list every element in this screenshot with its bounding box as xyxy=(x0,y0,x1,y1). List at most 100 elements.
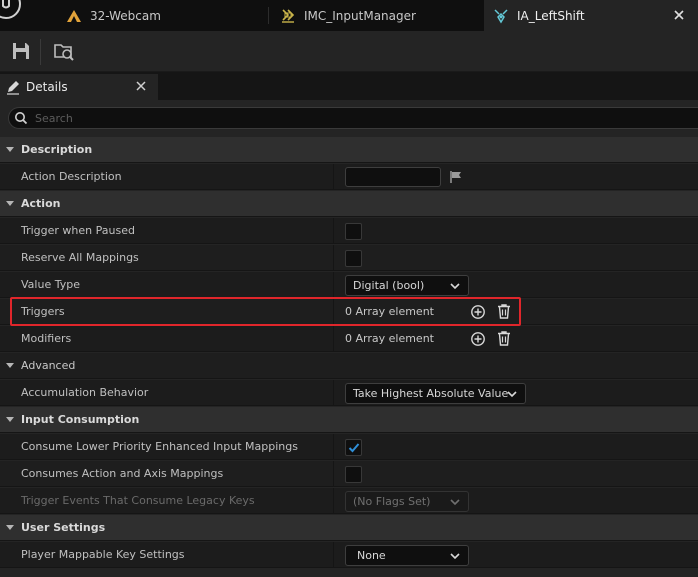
browse-to-asset-icon[interactable] xyxy=(53,40,75,62)
tab-32-webcam[interactable]: 32-Webcam xyxy=(66,0,161,31)
row-triggers: Triggers 0 Array element xyxy=(0,299,698,325)
trigger-when-paused-checkbox[interactable] xyxy=(345,223,362,240)
tab-label: 32-Webcam xyxy=(90,8,161,23)
collapse-arrow-icon[interactable] xyxy=(6,417,14,422)
collapse-arrow-icon[interactable] xyxy=(6,363,14,368)
row-divider xyxy=(0,432,698,433)
row-value-type: Value Type Digital (bool) xyxy=(0,272,698,298)
column-splitter[interactable] xyxy=(333,164,334,190)
accumulation-behavior-dropdown[interactable]: Take Highest Absolute Value xyxy=(345,383,526,404)
subcategory-label: Advanced xyxy=(21,359,76,372)
property-label: Player Mappable Key Settings xyxy=(21,548,185,561)
row-divider xyxy=(0,189,698,190)
category-label: Action xyxy=(21,197,61,210)
tab-label: IMC_InputManager xyxy=(304,8,416,23)
mapping-context-icon xyxy=(282,8,295,23)
column-splitter[interactable] xyxy=(333,434,334,460)
checkmark-icon xyxy=(348,443,360,453)
input-action-icon xyxy=(494,8,508,23)
row-divider xyxy=(0,351,698,352)
details-tab-label: Details xyxy=(26,80,68,94)
dropdown-value: None xyxy=(357,549,386,562)
chevron-down-icon xyxy=(450,553,460,560)
property-label: Consumes Action and Axis Mappings xyxy=(21,467,224,480)
reserve-all-mappings-checkbox[interactable] xyxy=(345,250,362,267)
category-label: Description xyxy=(21,143,93,156)
property-label: Modifiers xyxy=(21,332,72,345)
tab-imc-inputmanager[interactable]: IMC_InputManager xyxy=(280,0,416,31)
row-modifiers: Modifiers 0 Array element xyxy=(0,326,698,352)
localization-flag-icon[interactable] xyxy=(449,170,463,184)
category-label: User Settings xyxy=(21,521,106,534)
trash-icon[interactable] xyxy=(496,330,512,346)
property-label: Value Type xyxy=(21,278,80,291)
dropdown-value: (No Flags Set) xyxy=(353,495,431,508)
asset-toolbar xyxy=(0,31,698,72)
consume-lower-priority-checkbox[interactable] xyxy=(345,439,362,456)
value-type-dropdown[interactable]: Digital (bool) xyxy=(345,275,469,296)
row-divider xyxy=(0,324,698,325)
panel-tab-strip: Details xyxy=(0,72,698,100)
category-input-consumption[interactable]: Input Consumption xyxy=(0,407,698,433)
row-trigger-when-paused: Trigger when Paused xyxy=(0,218,698,244)
pencil-icon xyxy=(7,81,19,95)
search-icon xyxy=(15,112,28,125)
column-splitter[interactable] xyxy=(333,326,334,352)
action-description-field[interactable] xyxy=(345,167,441,187)
column-splitter[interactable] xyxy=(333,299,334,325)
category-description[interactable]: Description xyxy=(0,137,698,163)
collapse-arrow-icon[interactable] xyxy=(6,201,14,206)
property-label: Consume Lower Priority Enhanced Input Ma… xyxy=(21,440,298,453)
column-splitter[interactable] xyxy=(333,542,334,568)
dropdown-value: Take Highest Absolute Value xyxy=(353,387,509,400)
chevron-down-icon xyxy=(507,391,517,398)
search-input[interactable] xyxy=(35,110,635,126)
subcategory-advanced[interactable]: Advanced xyxy=(0,353,698,379)
row-trigger-events-legacy: Trigger Events That Consume Legacy Keys … xyxy=(0,488,698,514)
search-box xyxy=(8,107,698,129)
add-element-icon[interactable] xyxy=(470,331,486,347)
chevron-down-icon xyxy=(450,499,460,506)
row-divider xyxy=(0,378,698,379)
column-splitter[interactable] xyxy=(333,218,334,244)
property-label: Accumulation Behavior xyxy=(21,386,149,399)
consumes-action-axis-checkbox[interactable] xyxy=(345,466,362,483)
row-action-description: Action Description xyxy=(0,164,698,190)
property-label: Trigger when Paused xyxy=(21,224,135,237)
category-user-settings[interactable]: User Settings xyxy=(0,515,698,541)
close-panel-icon[interactable] xyxy=(135,80,147,92)
row-accumulation-behavior: Accumulation Behavior Take Highest Absol… xyxy=(0,380,698,406)
tab-ia-leftshift[interactable]: IA_LeftShift xyxy=(484,0,698,31)
save-icon[interactable] xyxy=(10,40,32,62)
category-action[interactable]: Action xyxy=(0,191,698,217)
tab-label: IA_LeftShift xyxy=(517,8,585,23)
row-divider xyxy=(0,567,698,568)
row-divider xyxy=(0,162,698,163)
level-icon xyxy=(67,9,81,22)
trigger-events-flags-dropdown: (No Flags Set) xyxy=(345,491,469,512)
collapse-arrow-icon[interactable] xyxy=(6,525,14,530)
close-tab-icon[interactable] xyxy=(672,8,686,22)
row-reserve-all-mappings: Reserve All Mappings xyxy=(0,245,698,271)
tab-divider xyxy=(268,7,269,24)
column-splitter[interactable] xyxy=(333,488,334,514)
player-mappable-dropdown[interactable]: None xyxy=(345,545,469,566)
row-divider xyxy=(0,405,698,406)
category-label: Input Consumption xyxy=(21,413,140,426)
details-tab[interactable]: Details xyxy=(0,74,158,100)
document-tab-bar: 32-Webcam IMC_InputManager IA_LeftShift xyxy=(0,0,698,31)
unreal-logo-icon[interactable] xyxy=(0,0,22,22)
trash-icon[interactable] xyxy=(496,303,512,319)
row-divider xyxy=(0,270,698,271)
row-player-mappable: Player Mappable Key Settings None xyxy=(0,542,698,568)
column-splitter[interactable] xyxy=(333,461,334,487)
row-divider xyxy=(0,297,698,298)
chevron-down-icon xyxy=(450,283,460,290)
column-splitter[interactable] xyxy=(333,245,334,271)
collapse-arrow-icon[interactable] xyxy=(6,147,14,152)
add-element-icon[interactable] xyxy=(470,304,486,320)
row-divider xyxy=(0,216,698,217)
toolbar-divider xyxy=(40,39,41,65)
column-splitter[interactable] xyxy=(333,272,334,298)
column-splitter[interactable] xyxy=(333,380,334,406)
